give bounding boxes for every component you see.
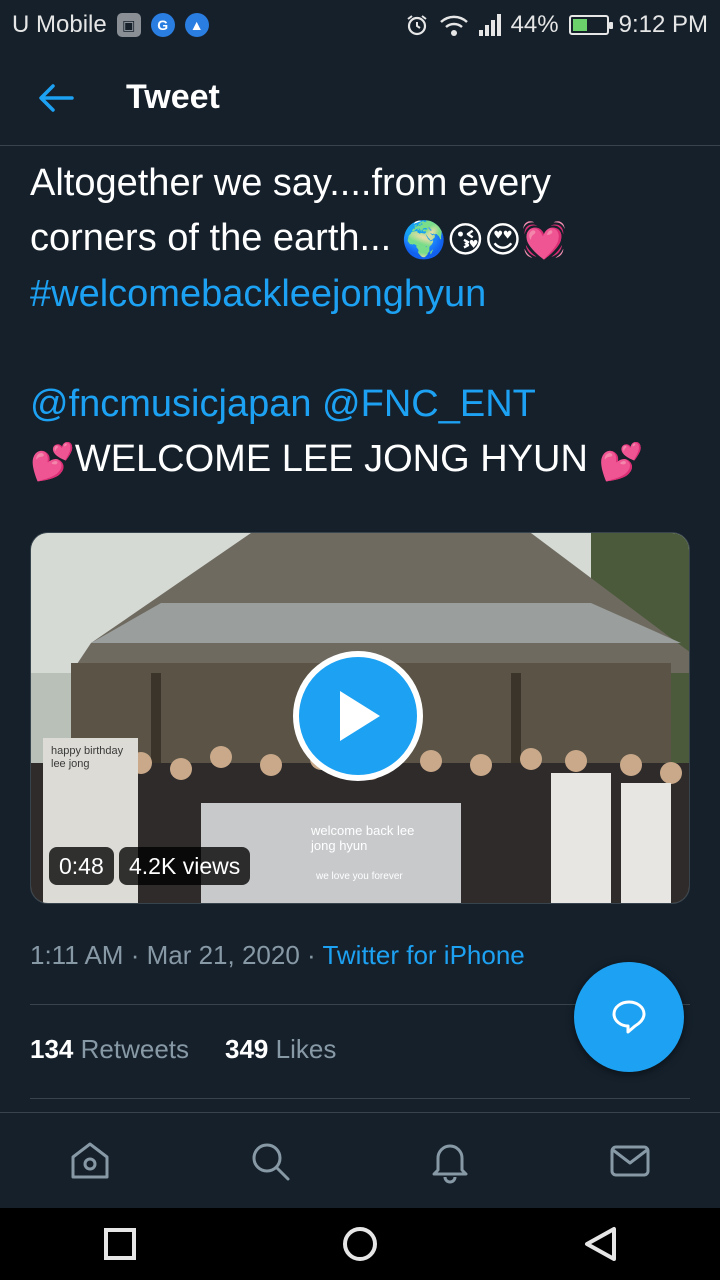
retweets-count: 134	[30, 1034, 74, 1064]
back-arrow-icon	[39, 83, 74, 112]
likes-stat[interactable]: 349 Likes	[225, 1034, 336, 1065]
top-app-bar: Tweet	[0, 50, 720, 146]
back-button[interactable]	[26, 68, 86, 128]
mention-link[interactable]: @FNC_ENT	[322, 383, 536, 425]
hearts-emoji: 💕	[30, 440, 75, 482]
bottom-tab-bar	[0, 1112, 720, 1208]
tweet-line-text: corners of the earth...	[30, 217, 392, 259]
video-views: 4.2K views	[119, 847, 251, 885]
emoji-sequence: 🌍😘😍💓	[401, 219, 567, 261]
video-duration: 0:48	[49, 847, 114, 885]
tab-notifications[interactable]	[410, 1121, 490, 1201]
notifications-icon	[432, 1144, 468, 1183]
reply-bubble-icon	[612, 1000, 646, 1034]
clock: 9:12 PM	[618, 11, 708, 38]
video-player[interactable]: happy birthday lee jong welcome back lee…	[30, 532, 690, 904]
status-bar-left: U Mobile ▣ G ▲	[12, 11, 209, 39]
triangle-back-icon	[585, 1227, 616, 1261]
divider	[30, 1098, 690, 1099]
tweet-date: Mar 21, 2020	[146, 940, 300, 970]
retweets-label: Retweets	[80, 1034, 190, 1064]
reply-fab-button[interactable]	[574, 962, 684, 1072]
retweets-stat[interactable]: 134 Retweets	[30, 1034, 189, 1065]
wifi-icon	[439, 15, 468, 36]
carrier-label: U Mobile	[12, 11, 107, 38]
circle-icon	[343, 1227, 377, 1261]
google-icon: G	[150, 13, 175, 37]
messages-icon	[610, 1145, 650, 1176]
tab-search[interactable]	[230, 1121, 310, 1201]
battery-percent: 44%	[510, 11, 559, 38]
drive-icon: ▲	[184, 13, 209, 37]
hearts-emoji: 💕	[598, 440, 644, 482]
likes-count: 349	[225, 1034, 269, 1064]
play-icon	[340, 691, 380, 741]
system-nav-bar	[0, 1208, 720, 1280]
status-bar-right: 44% 9:12 PM	[405, 11, 708, 39]
battery-fill	[572, 19, 587, 31]
tweet-line: corners of the earth... 🌍😘😍💓	[30, 211, 690, 267]
tweet-stats: 134 Retweets 349 Likes	[30, 1034, 336, 1065]
tweet-body: Altogether we say....from every corners …	[30, 156, 690, 489]
hashtag-link[interactable]: #welcomebackleejonghyun	[30, 267, 690, 322]
banner-right-subtext: we love you forever	[316, 871, 403, 882]
tab-messages[interactable]	[590, 1121, 670, 1201]
image-icon: ▣	[116, 13, 141, 37]
tweet-time: 1:11 AM	[30, 940, 124, 970]
banner-right-text: welcome back lee jong hyun	[311, 823, 415, 853]
tab-home[interactable]	[50, 1121, 130, 1201]
likes-label: Likes	[275, 1034, 337, 1064]
page-title: Tweet	[126, 78, 220, 116]
welcome-text: WELCOME LEE JONG HYUN	[74, 438, 588, 481]
tweet-source-link[interactable]: Twitter for iPhone	[322, 940, 524, 970]
back-nav-button[interactable]	[560, 1214, 640, 1274]
recents-button[interactable]	[80, 1214, 160, 1274]
home-icon	[71, 1142, 109, 1178]
status-bar: U Mobile ▣ G ▲ 44% 9:12 PM	[0, 0, 720, 50]
mention-link[interactable]: @fncmusicjapan	[30, 383, 311, 425]
banner-left-text: happy birthday lee jong	[51, 745, 124, 770]
search-icon	[252, 1143, 290, 1180]
tweet-line: Altogether we say....from every	[30, 162, 551, 204]
square-icon	[104, 1228, 136, 1260]
alarm-icon	[406, 15, 427, 36]
play-button[interactable]	[293, 651, 423, 781]
signal-icon	[478, 14, 501, 36]
home-nav-button[interactable]	[320, 1214, 400, 1274]
tweet-meta: 1:11 AM · Mar 21, 2020 · Twitter for iPh…	[30, 940, 525, 970]
battery-icon	[568, 15, 613, 35]
mentions-line: @fncmusicjapan @FNC_ENT	[30, 377, 690, 432]
welcome-line: 💕WELCOME LEE JONG HYUN 💕	[30, 432, 690, 488]
